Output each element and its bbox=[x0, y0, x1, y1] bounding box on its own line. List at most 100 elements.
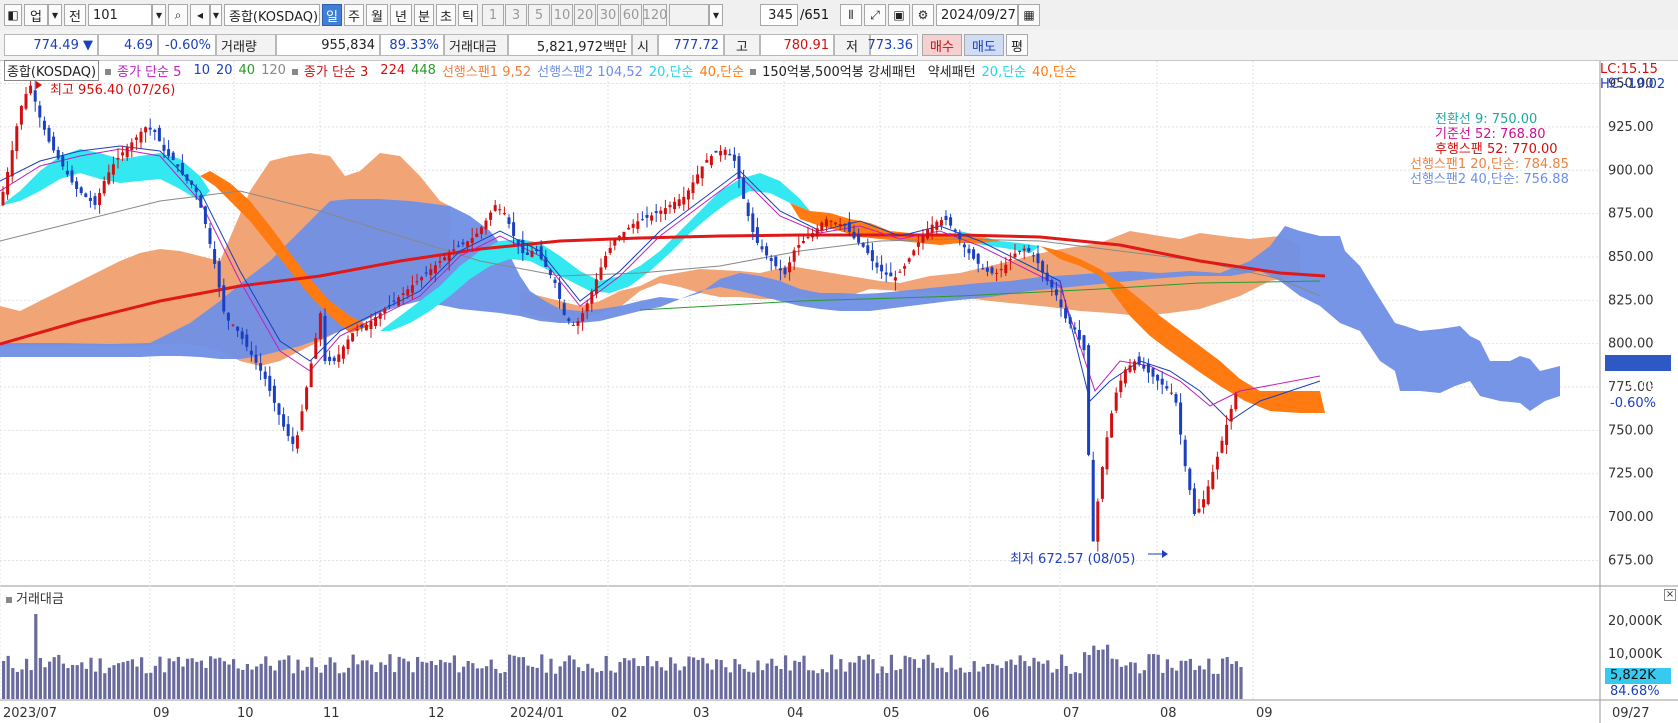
code-input[interactable]: 101 bbox=[88, 4, 152, 26]
interval-30-button[interactable]: 30 bbox=[597, 4, 619, 26]
volume-bar bbox=[2, 661, 6, 699]
sell-button[interactable]: 매도 bbox=[964, 34, 1004, 56]
volume-tick-label: 10,000K bbox=[1608, 647, 1662, 662]
time-tick-label: 11 bbox=[323, 706, 340, 721]
volume-bar bbox=[558, 666, 562, 699]
interval-120-button[interactable]: 120 bbox=[643, 4, 667, 26]
volume-bar bbox=[701, 657, 705, 699]
volume-bar bbox=[728, 672, 732, 699]
candle-body bbox=[1110, 413, 1114, 438]
volume-bar bbox=[425, 662, 429, 699]
volume-bar bbox=[641, 665, 645, 699]
prev-button[interactable]: 전 bbox=[64, 4, 86, 26]
volume-bar bbox=[1239, 666, 1243, 699]
volume-bar bbox=[779, 669, 783, 699]
interval-10-button[interactable]: 10 bbox=[551, 4, 573, 26]
volume-bar bbox=[765, 663, 769, 699]
search-icon[interactable]: ⌕ bbox=[168, 4, 188, 26]
count-input[interactable]: 345 bbox=[760, 4, 798, 26]
volume-bar bbox=[402, 658, 406, 699]
interval-custom-field[interactable] bbox=[669, 4, 709, 26]
volume-bar bbox=[195, 661, 199, 699]
close-icon[interactable]: × bbox=[1664, 589, 1676, 601]
date-input[interactable]: 2024/09/27 bbox=[936, 4, 1018, 26]
gear-icon[interactable]: ⚙ bbox=[912, 4, 934, 26]
crosshair-icon[interactable]: ⤢ bbox=[864, 4, 886, 26]
candle-body bbox=[999, 268, 1003, 271]
candle-body bbox=[1068, 317, 1072, 324]
buy-button[interactable]: 매수 bbox=[922, 34, 962, 56]
volume-bar bbox=[1064, 665, 1068, 699]
candle-body bbox=[866, 245, 870, 254]
volume-bar bbox=[567, 655, 571, 699]
volume-bar bbox=[1188, 658, 1192, 699]
period-week-button[interactable]: 주 bbox=[344, 4, 364, 26]
candle-body bbox=[15, 126, 19, 152]
candle-body bbox=[245, 334, 249, 347]
volume-bar bbox=[71, 664, 75, 699]
candle-body bbox=[75, 181, 79, 189]
volume-bar bbox=[1211, 673, 1215, 699]
period-year-button[interactable]: 년 bbox=[390, 4, 412, 26]
volume-bar bbox=[296, 659, 300, 699]
eval-button[interactable]: 평 bbox=[1006, 34, 1028, 56]
candle-icon[interactable]: ⫴ bbox=[840, 4, 862, 26]
chevron-down-icon[interactable]: ▾ bbox=[48, 4, 62, 26]
speaker-icon[interactable]: ◂ bbox=[190, 4, 210, 26]
volume-bar bbox=[213, 658, 217, 699]
candle-body bbox=[309, 363, 313, 388]
candle-body bbox=[157, 127, 161, 142]
period-day-button[interactable]: 일 bbox=[322, 4, 342, 26]
candle-body bbox=[930, 224, 934, 233]
volume-bar bbox=[503, 671, 507, 699]
candle-body bbox=[378, 313, 382, 319]
period-minute-button[interactable]: 분 bbox=[414, 4, 434, 26]
legend-pattern: 150억봉,500억봉 강세패턴 bbox=[750, 61, 922, 80]
candle-body bbox=[990, 267, 994, 274]
chevron-down-icon[interactable]: ▾ bbox=[709, 4, 723, 26]
time-tick-label: 02 bbox=[611, 706, 628, 721]
volume-bar bbox=[669, 657, 673, 699]
volume-bar bbox=[1046, 660, 1050, 699]
chevron-down-icon[interactable]: ▾ bbox=[152, 4, 166, 26]
candle-body bbox=[341, 346, 345, 359]
save-icon[interactable]: ▣ bbox=[888, 4, 910, 26]
volume-bar bbox=[209, 656, 213, 699]
volume-bar bbox=[434, 665, 438, 699]
candle-body bbox=[1059, 299, 1063, 308]
volume-bar bbox=[176, 656, 180, 699]
legend-s20: 20,단순 bbox=[648, 64, 694, 80]
candle-body bbox=[737, 156, 741, 179]
legend-s40: 40,단순 bbox=[699, 64, 745, 80]
candle-body bbox=[903, 266, 907, 269]
current-pct-tag: -0.60% bbox=[1610, 396, 1656, 411]
candle-body bbox=[880, 264, 884, 272]
volume-bar bbox=[954, 669, 958, 699]
legend-weak: 약세패턴 bbox=[927, 64, 976, 80]
candle-body bbox=[79, 187, 83, 193]
interval-60-button[interactable]: 60 bbox=[620, 4, 642, 26]
volume-bar bbox=[972, 661, 976, 699]
screen-icon[interactable]: ◧ bbox=[4, 4, 22, 26]
type-select[interactable]: 업 bbox=[24, 4, 48, 26]
candle-body bbox=[949, 217, 953, 226]
volume-bar bbox=[1138, 673, 1142, 699]
candle-body bbox=[751, 213, 755, 232]
volume-bar bbox=[310, 657, 314, 699]
volume-tag: 5,822K bbox=[1610, 668, 1656, 683]
interval-3-button[interactable]: 3 bbox=[505, 4, 527, 26]
chevron-down-icon[interactable]: ▾ bbox=[210, 4, 222, 26]
candle-body bbox=[98, 192, 102, 205]
candle-body bbox=[640, 219, 644, 221]
interval-5-button[interactable]: 5 bbox=[528, 4, 550, 26]
period-month-button[interactable]: 월 bbox=[366, 4, 388, 26]
candle-body bbox=[171, 152, 175, 161]
candle-body bbox=[765, 246, 769, 256]
interval-20-button[interactable]: 20 bbox=[574, 4, 596, 26]
volume-bar bbox=[15, 671, 19, 699]
interval-1-button[interactable]: 1 bbox=[482, 4, 504, 26]
candle-body bbox=[820, 222, 824, 231]
calendar-icon[interactable]: ▦ bbox=[1018, 4, 1040, 26]
period-tick-button[interactable]: 틱 bbox=[458, 4, 478, 26]
period-second-button[interactable]: 초 bbox=[436, 4, 456, 26]
